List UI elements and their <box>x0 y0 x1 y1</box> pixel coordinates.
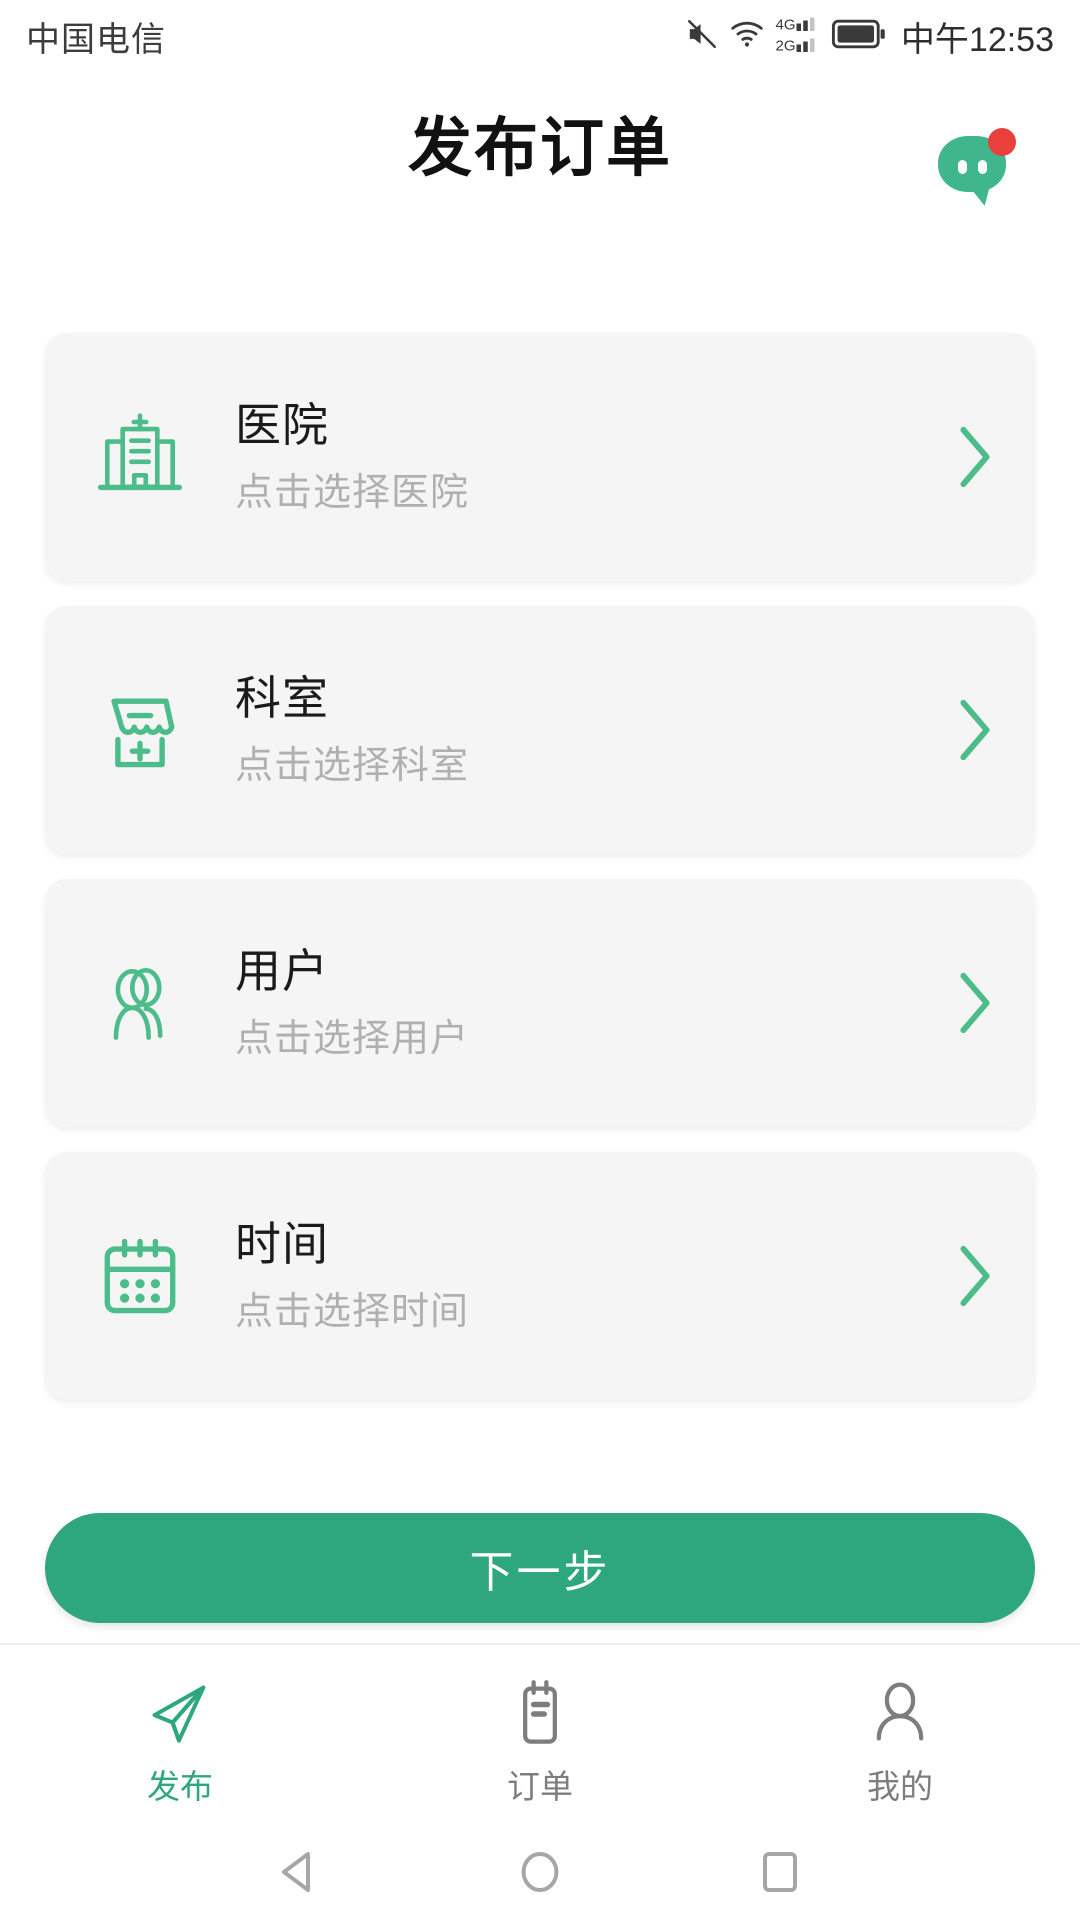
bottom-tab-bar: 发布 订单 我的 <box>0 1643 1080 1828</box>
page-header: 发布订单 <box>0 100 1080 240</box>
card-user-text: 用户 点击选择用户 <box>235 948 915 1058</box>
clinic-storefront-icon <box>45 606 235 854</box>
paper-plane-icon <box>144 1670 216 1756</box>
hospital-building-icon <box>45 333 235 581</box>
users-group-icon <box>45 879 235 1127</box>
tab-profile[interactable]: 我的 <box>720 1645 1080 1828</box>
card-subtitle: 点击选择时间 <box>235 1291 470 1333</box>
svg-text:4G: 4G <box>775 16 795 33</box>
card-department[interactable]: 科室 点击选择科室 <box>45 606 1035 854</box>
tab-publish[interactable]: 发布 <box>0 1645 360 1828</box>
card-subtitle: 点击选择科室 <box>235 745 470 787</box>
page-title: 发布订单 <box>408 112 672 184</box>
chevron-right-icon[interactable] <box>915 697 1035 763</box>
card-title: 科室 <box>235 672 329 724</box>
next-step-button[interactable]: 下一步 <box>45 1513 1035 1623</box>
tab-label: 我的 <box>867 1768 933 1805</box>
card-title: 用户 <box>235 945 329 997</box>
card-subtitle: 点击选择用户 <box>235 1018 470 1060</box>
mute-icon <box>685 17 719 56</box>
chevron-right-icon[interactable] <box>915 1243 1035 1309</box>
calendar-icon <box>45 1152 235 1400</box>
card-title: 医院 <box>235 399 329 451</box>
person-icon <box>864 1670 936 1756</box>
card-user[interactable]: 用户 点击选择用户 <box>45 879 1035 1127</box>
chat-eye-left <box>958 160 967 174</box>
chevron-right-icon[interactable] <box>915 424 1035 490</box>
android-nav-bar <box>0 1828 1080 1920</box>
chat-bubble-icon[interactable] <box>936 122 1018 204</box>
card-title: 时间 <box>235 1218 329 1270</box>
back-triangle-icon[interactable] <box>274 1846 326 1903</box>
card-time[interactable]: 时间 点击选择时间 <box>45 1152 1035 1400</box>
clipboard-icon <box>504 1670 576 1756</box>
tab-label: 发布 <box>147 1768 213 1805</box>
recents-square-icon[interactable] <box>754 1846 806 1903</box>
battery-icon <box>831 18 887 55</box>
tab-orders[interactable]: 订单 <box>360 1645 720 1828</box>
notification-badge <box>988 128 1016 156</box>
chevron-right-icon[interactable] <box>915 970 1035 1036</box>
signal-4g-icon: 4G 2G <box>775 13 821 60</box>
clock-label: 中午12:53 <box>900 20 1054 59</box>
chat-eye-right <box>978 160 987 174</box>
selection-card-list: 医院 点击选择医院 科室 点击选择科室 用户 点击选择用户 时间 点击选择时间 <box>0 333 1080 1425</box>
wifi-icon <box>729 19 765 54</box>
card-department-text: 科室 点击选择科室 <box>235 675 915 785</box>
card-hospital[interactable]: 医院 点击选择医院 <box>45 333 1035 581</box>
card-hospital-text: 医院 点击选择医院 <box>235 402 915 512</box>
card-subtitle: 点击选择医院 <box>235 472 470 514</box>
phone-screen: 中国电信 4G 2G 中午12:53 发布订单 医院 点击选择医院 科室 点击选… <box>0 0 1080 1920</box>
tab-label: 订单 <box>507 1768 573 1805</box>
svg-text:2G: 2G <box>775 37 795 54</box>
status-icons: 4G 2G 中午12:53 <box>685 12 1054 61</box>
home-circle-icon[interactable] <box>514 1846 566 1903</box>
card-time-text: 时间 点击选择时间 <box>235 1221 915 1331</box>
carrier-label: 中国电信 <box>26 20 166 59</box>
status-bar: 中国电信 4G 2G 中午12:53 <box>0 0 1080 72</box>
